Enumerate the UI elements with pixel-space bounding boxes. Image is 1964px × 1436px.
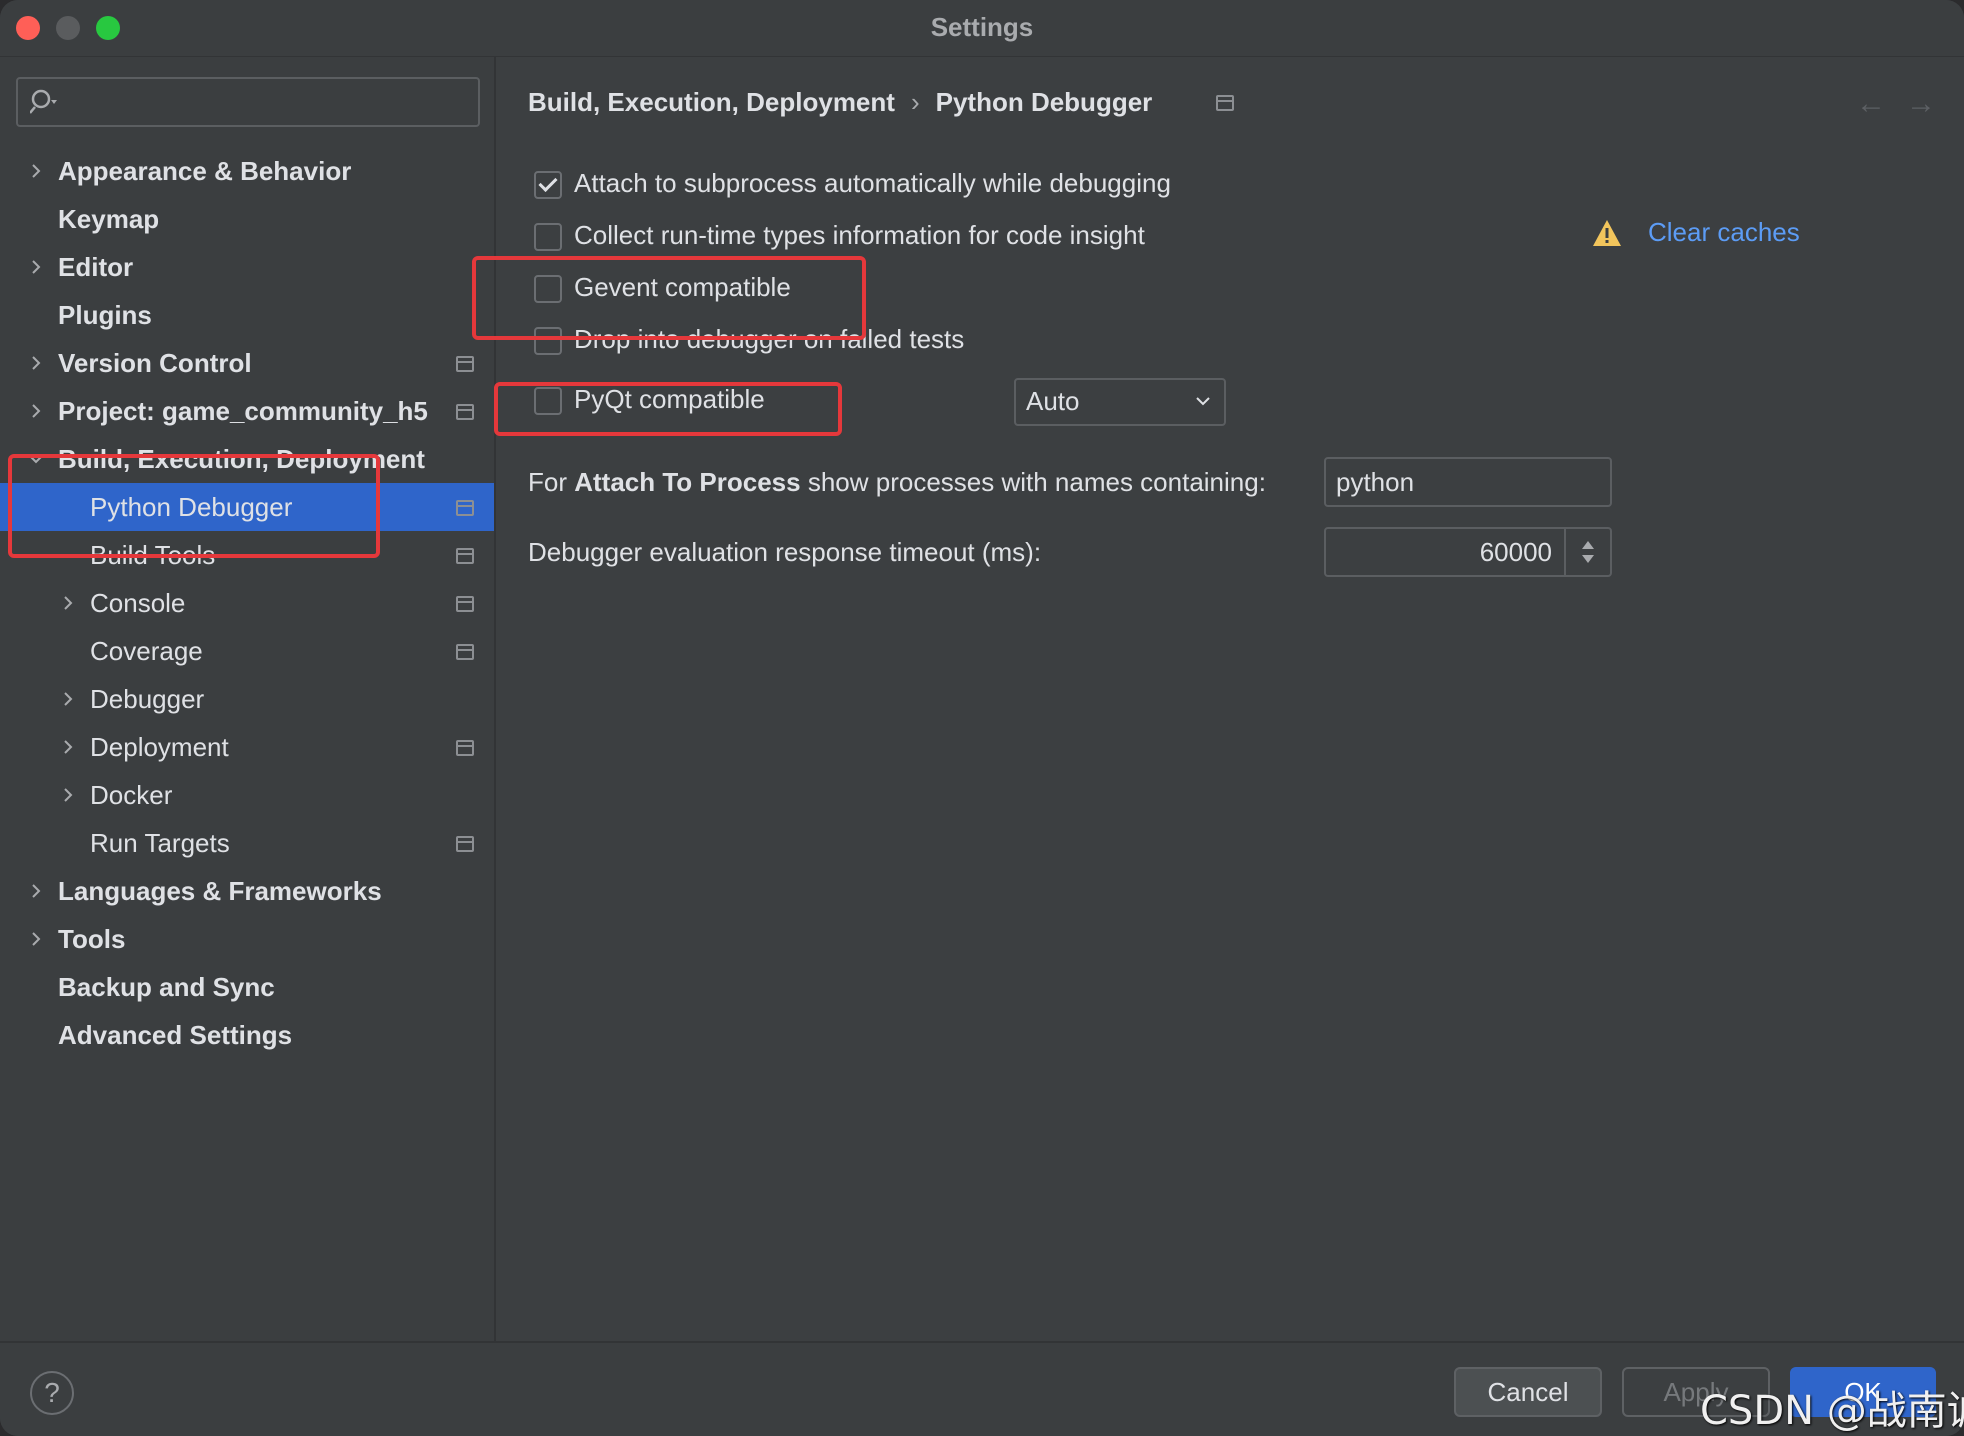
sidebar-item-label: Backup and Sync bbox=[58, 972, 275, 1002]
sidebar-item[interactable]: Tools bbox=[0, 915, 494, 963]
project-scope-icon bbox=[456, 500, 474, 516]
sidebar-item[interactable]: Deployment bbox=[0, 723, 494, 771]
attach-filter-bold: Attach To Process bbox=[574, 467, 801, 497]
sidebar-item[interactable]: Run Targets bbox=[0, 819, 494, 867]
chevron-right-icon[interactable] bbox=[26, 353, 46, 373]
window-title: Settings bbox=[930, 12, 1034, 42]
breadcrumb-separator: › bbox=[910, 87, 920, 117]
search-icon bbox=[30, 89, 57, 114]
chevron-right-icon[interactable] bbox=[26, 257, 46, 277]
sidebar-item[interactable]: Advanced Settings bbox=[0, 1011, 494, 1059]
project-scope-icon bbox=[1216, 95, 1234, 111]
forward-arrow-icon[interactable]: → bbox=[1906, 87, 1936, 121]
sidebar-item-label: Run Targets bbox=[90, 828, 230, 858]
dialog-footer: ? Cancel Apply OK bbox=[0, 1341, 1964, 1436]
settings-window: Settings Appearance & Behavior Keymap Edit… bbox=[0, 0, 1964, 1436]
sidebar-item[interactable]: Appearance & Behavior bbox=[0, 147, 494, 195]
highlight-gevent bbox=[472, 256, 866, 340]
sidebar-item[interactable]: Docker bbox=[0, 771, 494, 819]
process-name-value: python bbox=[1336, 467, 1415, 497]
sidebar-item-label: Keymap bbox=[58, 204, 160, 234]
search-input[interactable] bbox=[16, 77, 480, 127]
attach-filter-prefix: For bbox=[528, 467, 575, 497]
settings-tree: Appearance & Behavior Keymap Editor Plugins… bbox=[0, 147, 494, 1059]
highlight-python-debugger bbox=[8, 454, 380, 558]
sidebar-item-label: Advanced Settings bbox=[58, 1020, 293, 1050]
project-scope-icon bbox=[456, 644, 474, 660]
sidebar-item-label: Console bbox=[90, 588, 186, 618]
chevron-down-icon bbox=[1196, 397, 1210, 406]
breadcrumb-current: Python Debugger bbox=[935, 87, 1153, 117]
highlight-pyqt bbox=[494, 382, 842, 436]
sidebar-item[interactable]: Console bbox=[0, 579, 494, 627]
chevron-right-icon[interactable] bbox=[26, 401, 46, 421]
chevron-right-icon[interactable] bbox=[58, 737, 78, 757]
sidebar-item[interactable]: Backup and Sync bbox=[0, 963, 494, 1011]
breadcrumb-parent[interactable]: Build, Execution, Deployment bbox=[528, 87, 895, 117]
sidebar-item[interactable]: Coverage bbox=[0, 627, 494, 675]
sidebar-item[interactable]: Keymap bbox=[0, 195, 494, 243]
project-scope-icon bbox=[456, 548, 474, 564]
title-bar: Settings bbox=[0, 0, 1964, 57]
settings-content: Build, Execution, Deployment › Python Debu… bbox=[496, 57, 1964, 1341]
sidebar-item-label: Languages & Frameworks bbox=[58, 876, 382, 906]
process-name-field[interactable]: python bbox=[1324, 457, 1612, 507]
project-scope-icon bbox=[456, 836, 474, 852]
sidebar-item[interactable]: Languages & Frameworks bbox=[0, 867, 494, 915]
project-scope-icon bbox=[456, 404, 474, 420]
chevron-right-icon[interactable] bbox=[58, 593, 78, 613]
sidebar-item[interactable]: Project: game_community_h5 bbox=[0, 387, 494, 435]
clear-caches-link[interactable]: Clear caches bbox=[1648, 217, 1800, 248]
sidebar-item-label: Plugins bbox=[58, 300, 152, 330]
chevron-right-icon[interactable] bbox=[26, 929, 46, 949]
timeout-label: Debugger evaluation response timeout (ms… bbox=[528, 537, 1042, 567]
sidebar-item[interactable]: Version Control bbox=[0, 339, 494, 387]
sidebar-item-label: Debugger bbox=[90, 684, 205, 714]
watermark: CSDN @战南诚 bbox=[1700, 1388, 1964, 1434]
up-down-arrows-icon bbox=[1582, 541, 1594, 563]
sidebar-item[interactable]: Plugins bbox=[0, 291, 494, 339]
chevron-right-icon[interactable] bbox=[26, 161, 46, 181]
settings-sidebar: Appearance & Behavior Keymap Editor Plugins… bbox=[0, 57, 496, 1341]
timeout-spinner[interactable]: 60000 bbox=[1324, 527, 1612, 577]
chevron-right-icon[interactable] bbox=[58, 785, 78, 805]
collect-runtime-label: Collect run-time types information for c… bbox=[574, 220, 1145, 250]
timeout-value: 60000 bbox=[1479, 537, 1552, 567]
attach-subprocess-checkbox[interactable] bbox=[534, 171, 562, 199]
chevron-right-icon[interactable] bbox=[58, 689, 78, 709]
sidebar-item[interactable]: Editor bbox=[0, 243, 494, 291]
spinner-arrows[interactable] bbox=[1564, 529, 1610, 575]
help-button[interactable]: ? bbox=[30, 1371, 74, 1415]
back-arrow-icon[interactable]: ← bbox=[1856, 87, 1886, 121]
attach-filter-suffix: show processes with names containing: bbox=[800, 467, 1266, 497]
cancel-button[interactable]: Cancel bbox=[1454, 1367, 1602, 1417]
pyqt-mode-select[interactable]: Auto bbox=[1014, 378, 1226, 426]
warning-icon bbox=[1593, 220, 1621, 246]
project-scope-icon bbox=[456, 596, 474, 612]
collect-runtime-checkbox[interactable] bbox=[534, 223, 562, 251]
pyqt-mode-value: Auto bbox=[1026, 386, 1080, 416]
project-scope-icon bbox=[456, 740, 474, 756]
sidebar-item-label: Editor bbox=[58, 252, 134, 282]
sidebar-item-label: Project: game_community_h5 bbox=[58, 396, 428, 426]
sidebar-item-label: Appearance & Behavior bbox=[58, 156, 352, 186]
sidebar-item-label: Coverage bbox=[90, 636, 203, 666]
sidebar-item-label: Tools bbox=[58, 924, 126, 954]
sidebar-item-label: Docker bbox=[90, 780, 173, 810]
project-scope-icon bbox=[456, 356, 474, 372]
sidebar-item-label: Deployment bbox=[90, 732, 229, 762]
sidebar-item-label: Version Control bbox=[58, 348, 252, 378]
sidebar-item[interactable]: Debugger bbox=[0, 675, 494, 723]
breadcrumb: Build, Execution, Deployment › Python Debu… bbox=[528, 87, 1152, 118]
attach-filter-label: For Attach To Process show processes wit… bbox=[528, 467, 1266, 498]
attach-subprocess-label: Attach to subprocess automatically while… bbox=[574, 168, 1171, 198]
chevron-right-icon[interactable] bbox=[26, 881, 46, 901]
